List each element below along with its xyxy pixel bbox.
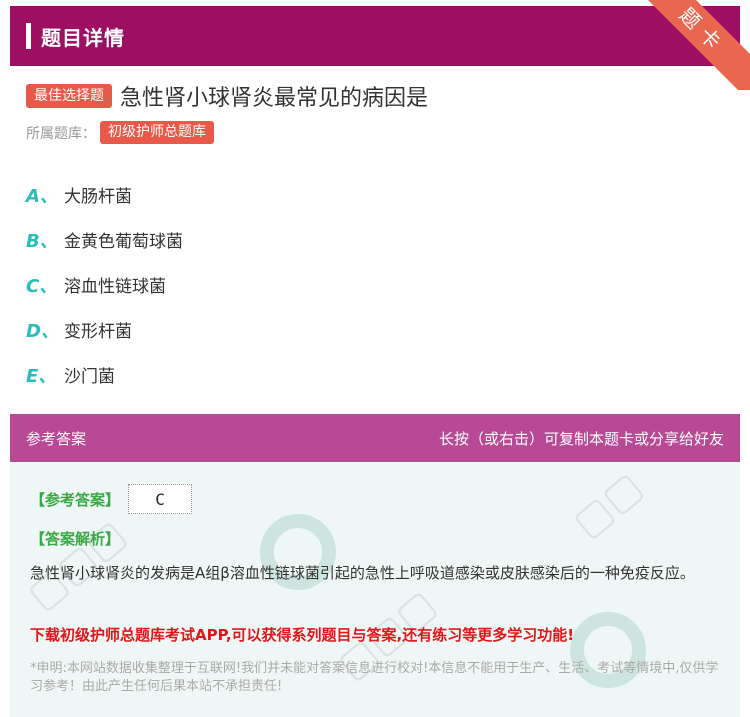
option-a[interactable]: A、 大肠杆菌 [26, 172, 183, 217]
answer-body: ▢▢▢ ▢▢▢ ▢▢ 【参考答案】 C 【答案解析】 急性肾小球肾炎的发病是A组… [10, 462, 740, 717]
option-letter: D、 [26, 320, 59, 342]
corner-ribbon: 题卡 [640, 0, 750, 90]
header-accent-bar [26, 23, 31, 49]
question-title: 急性肾小球肾炎最常见的病因是 [120, 86, 429, 111]
option-e[interactable]: E、 沙门菌 [26, 352, 183, 397]
watermark-logo-icon: ▢▢ [564, 463, 652, 547]
option-letter: E、 [26, 365, 57, 387]
disclaimer: *申明:本网站数据收集整理于互联网!我们并未能对答案信息进行校对!本信息不能用于… [30, 661, 719, 694]
header-bar: 题目详情 [10, 6, 740, 66]
bank-row: 所属题库： 初级护师总题库 [26, 121, 214, 144]
option-text: 沙门菌 [64, 367, 115, 387]
question-type-badge: 最佳选择题 [26, 84, 112, 108]
option-text: 溶血性链球菌 [64, 277, 166, 297]
bank-label: 所属题库： [26, 125, 96, 142]
question-row: 最佳选择题 急性肾小球肾炎最常见的病因是 [26, 80, 428, 112]
option-text: 大肠杆菌 [64, 187, 132, 207]
options-list: A、 大肠杆菌 B、 金黄色葡萄球菌 C、 溶血性链球菌 D、 变形杆菌 E、 … [26, 172, 183, 397]
option-letter: C、 [26, 275, 58, 297]
option-letter: B、 [26, 230, 58, 252]
app-download-promo[interactable]: 下载初级护师总题库考试APP,可以获得系列题目与答案,还有练习等更多学习功能! [30, 624, 720, 645]
share-hint: 长按（或右击）可复制本题卡或分享给好友 [438, 429, 724, 448]
analysis-text: 急性肾小球肾炎的发病是A组β溶血性链球菌引起的急性上呼吸道感染或皮肤感染后的一种… [30, 564, 695, 582]
option-b[interactable]: B、 金黄色葡萄球菌 [26, 217, 183, 262]
option-d[interactable]: D、 变形杆菌 [26, 307, 183, 352]
answer-header: 参考答案 长按（或右击）可复制本题卡或分享给好友 [10, 414, 740, 462]
bank-tag[interactable]: 初级护师总题库 [100, 121, 214, 144]
reference-answer: 【参考答案】 C [30, 484, 193, 514]
analysis-label: 【答案解析】 [30, 530, 121, 548]
answer-header-title: 参考答案 [26, 429, 87, 448]
option-c[interactable]: C、 溶血性链球菌 [26, 262, 183, 307]
reference-answer-value: C [128, 484, 193, 514]
page-title: 题目详情 [41, 25, 125, 50]
option-text: 变形杆菌 [64, 322, 132, 342]
reference-answer-label: 【参考答案】 [30, 490, 121, 509]
option-letter: A、 [26, 185, 58, 207]
ribbon-label: 题卡 [640, 0, 750, 90]
option-text: 金黄色葡萄球菌 [64, 232, 183, 252]
